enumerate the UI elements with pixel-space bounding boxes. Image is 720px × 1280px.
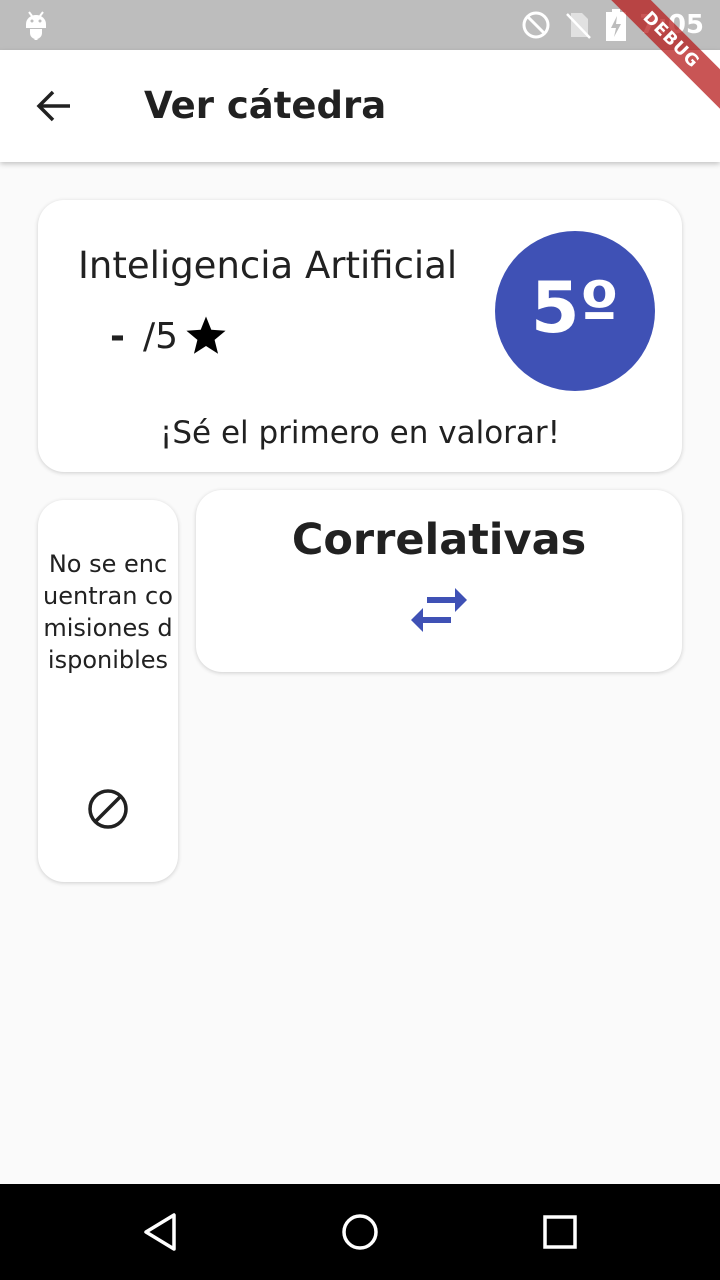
correlatives-card[interactable]: Correlativas xyxy=(196,490,682,672)
level-badge: 5º xyxy=(495,231,655,391)
level-text: 5º xyxy=(530,267,620,349)
screen: 7:05 DEBUG Ver cátedra Inteligencia Arti… xyxy=(0,0,720,1280)
rating-value: - xyxy=(110,315,125,357)
status-bar: 7:05 xyxy=(0,0,720,50)
system-nav-bar xyxy=(0,1184,720,1280)
swap-arrows-icon xyxy=(411,588,467,632)
nav-home-icon xyxy=(342,1214,378,1250)
star-icon xyxy=(186,316,226,354)
nav-recents-button[interactable] xyxy=(536,1208,584,1256)
commissions-message: No se encuentran comisiones disponibles xyxy=(43,550,173,674)
nav-back-icon xyxy=(144,1213,176,1251)
do-not-disturb-icon xyxy=(522,11,550,39)
nav-home-button[interactable] xyxy=(336,1208,384,1256)
course-card[interactable]: Inteligencia Artificial - /5 5º ¡Sé el p… xyxy=(38,200,682,472)
android-icon xyxy=(26,11,46,40)
nav-recents-icon xyxy=(543,1215,577,1249)
rating-suffix: /5 xyxy=(142,315,178,357)
app-bar: Ver cátedra xyxy=(0,50,720,162)
correlatives-title: Correlativas xyxy=(291,515,587,565)
first-rate-prompt[interactable]: ¡Sé el primero en valorar! xyxy=(38,410,682,456)
block-icon xyxy=(88,789,128,829)
commissions-card[interactable]: No se encuentran comisiones disponibles xyxy=(38,500,178,882)
rating-row: - /5 xyxy=(110,308,228,364)
no-sim-icon xyxy=(566,13,592,39)
course-name: Inteligencia Artificial xyxy=(78,244,458,287)
page-title: Ver cátedra xyxy=(144,84,387,127)
back-button[interactable] xyxy=(24,78,84,134)
arrow-back-icon xyxy=(36,90,70,122)
nav-back-button[interactable] xyxy=(136,1208,184,1256)
